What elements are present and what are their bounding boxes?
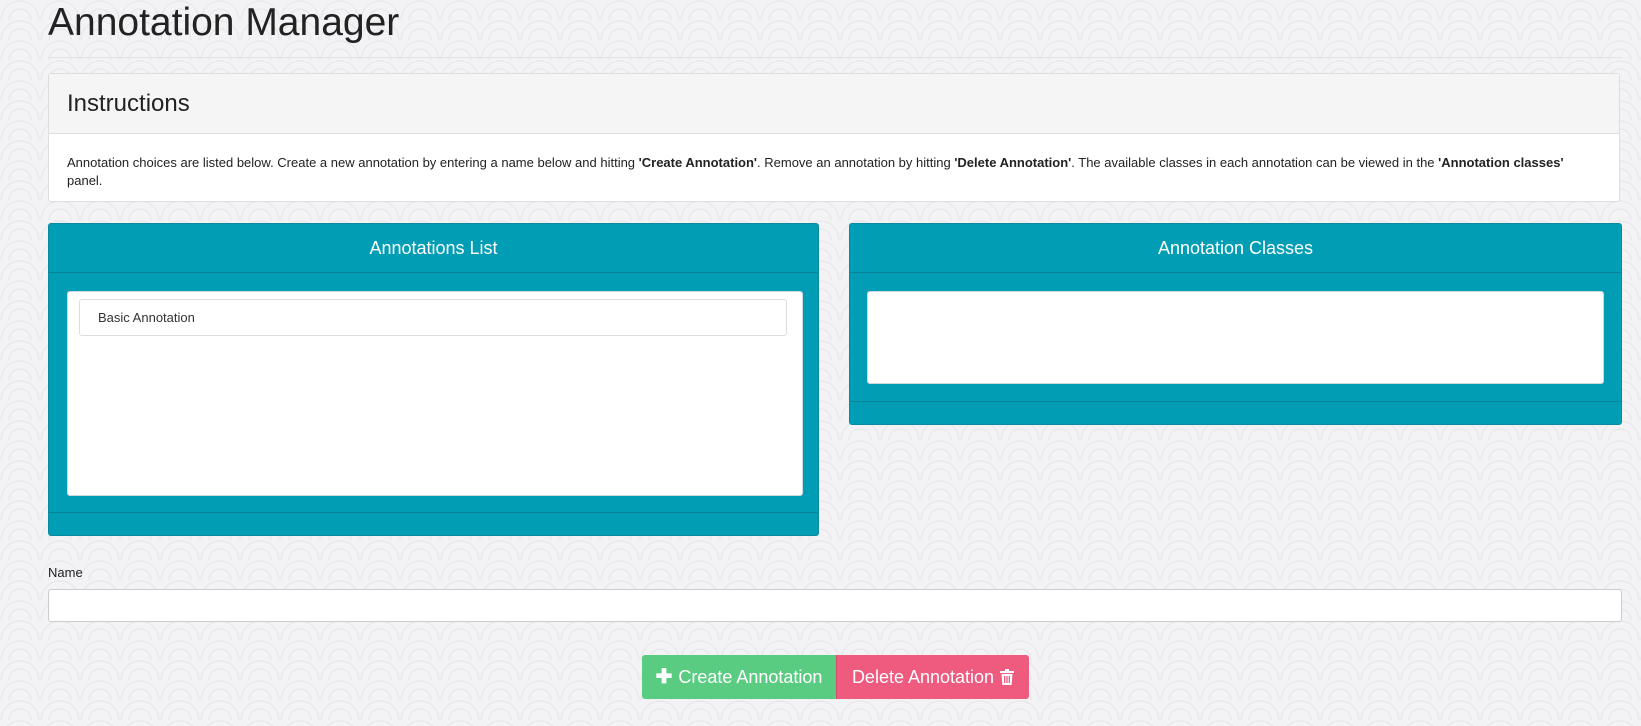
instructions-create-emphasis: 'Create Annotation'	[638, 155, 758, 170]
create-annotation-label: Create Annotation	[678, 666, 823, 687]
instructions-delete-emphasis: 'Delete Annotation'	[954, 155, 1072, 170]
annotation-classes-panel: Annotation Classes	[849, 223, 1622, 425]
instructions-title: Instructions	[67, 89, 190, 117]
instructions-text: Annotation choices are listed below. Cre…	[49, 134, 1619, 210]
annotations-list-footer	[49, 512, 818, 535]
annotations-list-title: Annotations List	[369, 237, 498, 258]
instructions-text-part: . Remove an annotation by hitting	[757, 155, 955, 170]
annotations-list-heading: Annotations List	[49, 224, 818, 273]
instructions-classes-emphasis: 'Annotation classes'	[1438, 155, 1564, 170]
plus-icon: ✚	[655, 666, 673, 688]
annotation-classes-heading: Annotation Classes	[850, 224, 1621, 273]
delete-annotation-label: Delete Annotation	[851, 666, 995, 687]
page-title: Annotation Manager	[48, 1, 400, 44]
instructions-panel: Instructions Annotation choices are list…	[48, 73, 1620, 202]
annotation-classes-list[interactable]	[867, 291, 1604, 384]
annotation-classes-footer	[850, 401, 1621, 424]
create-annotation-button[interactable]: ✚ Create Annotation	[642, 655, 836, 699]
instructions-text-part: panel.	[67, 173, 103, 188]
name-input[interactable]	[48, 589, 1622, 622]
instructions-text-part: . The available classes in each annotati…	[1071, 155, 1439, 170]
annotation-actions: ✚ Create Annotation Delete Annotation	[642, 655, 1029, 699]
delete-annotation-button[interactable]: Delete Annotation	[836, 655, 1029, 699]
trash-icon	[1000, 669, 1015, 685]
annotations-list[interactable]: Basic Annotation	[67, 291, 803, 496]
page-header: Annotation Manager	[48, 0, 1622, 58]
instructions-heading: Instructions	[49, 74, 1619, 134]
annotation-item-basic-annotation[interactable]: Basic Annotation	[79, 299, 787, 336]
annotation-classes-title: Annotation Classes	[1157, 237, 1314, 258]
instructions-text-part: Annotation choices are listed below. Cre…	[67, 155, 639, 170]
annotations-list-panel: Annotations List Basic Annotation	[48, 223, 819, 536]
name-label: Name	[48, 565, 83, 580]
annotation-item-label: Basic Annotation	[98, 310, 195, 325]
